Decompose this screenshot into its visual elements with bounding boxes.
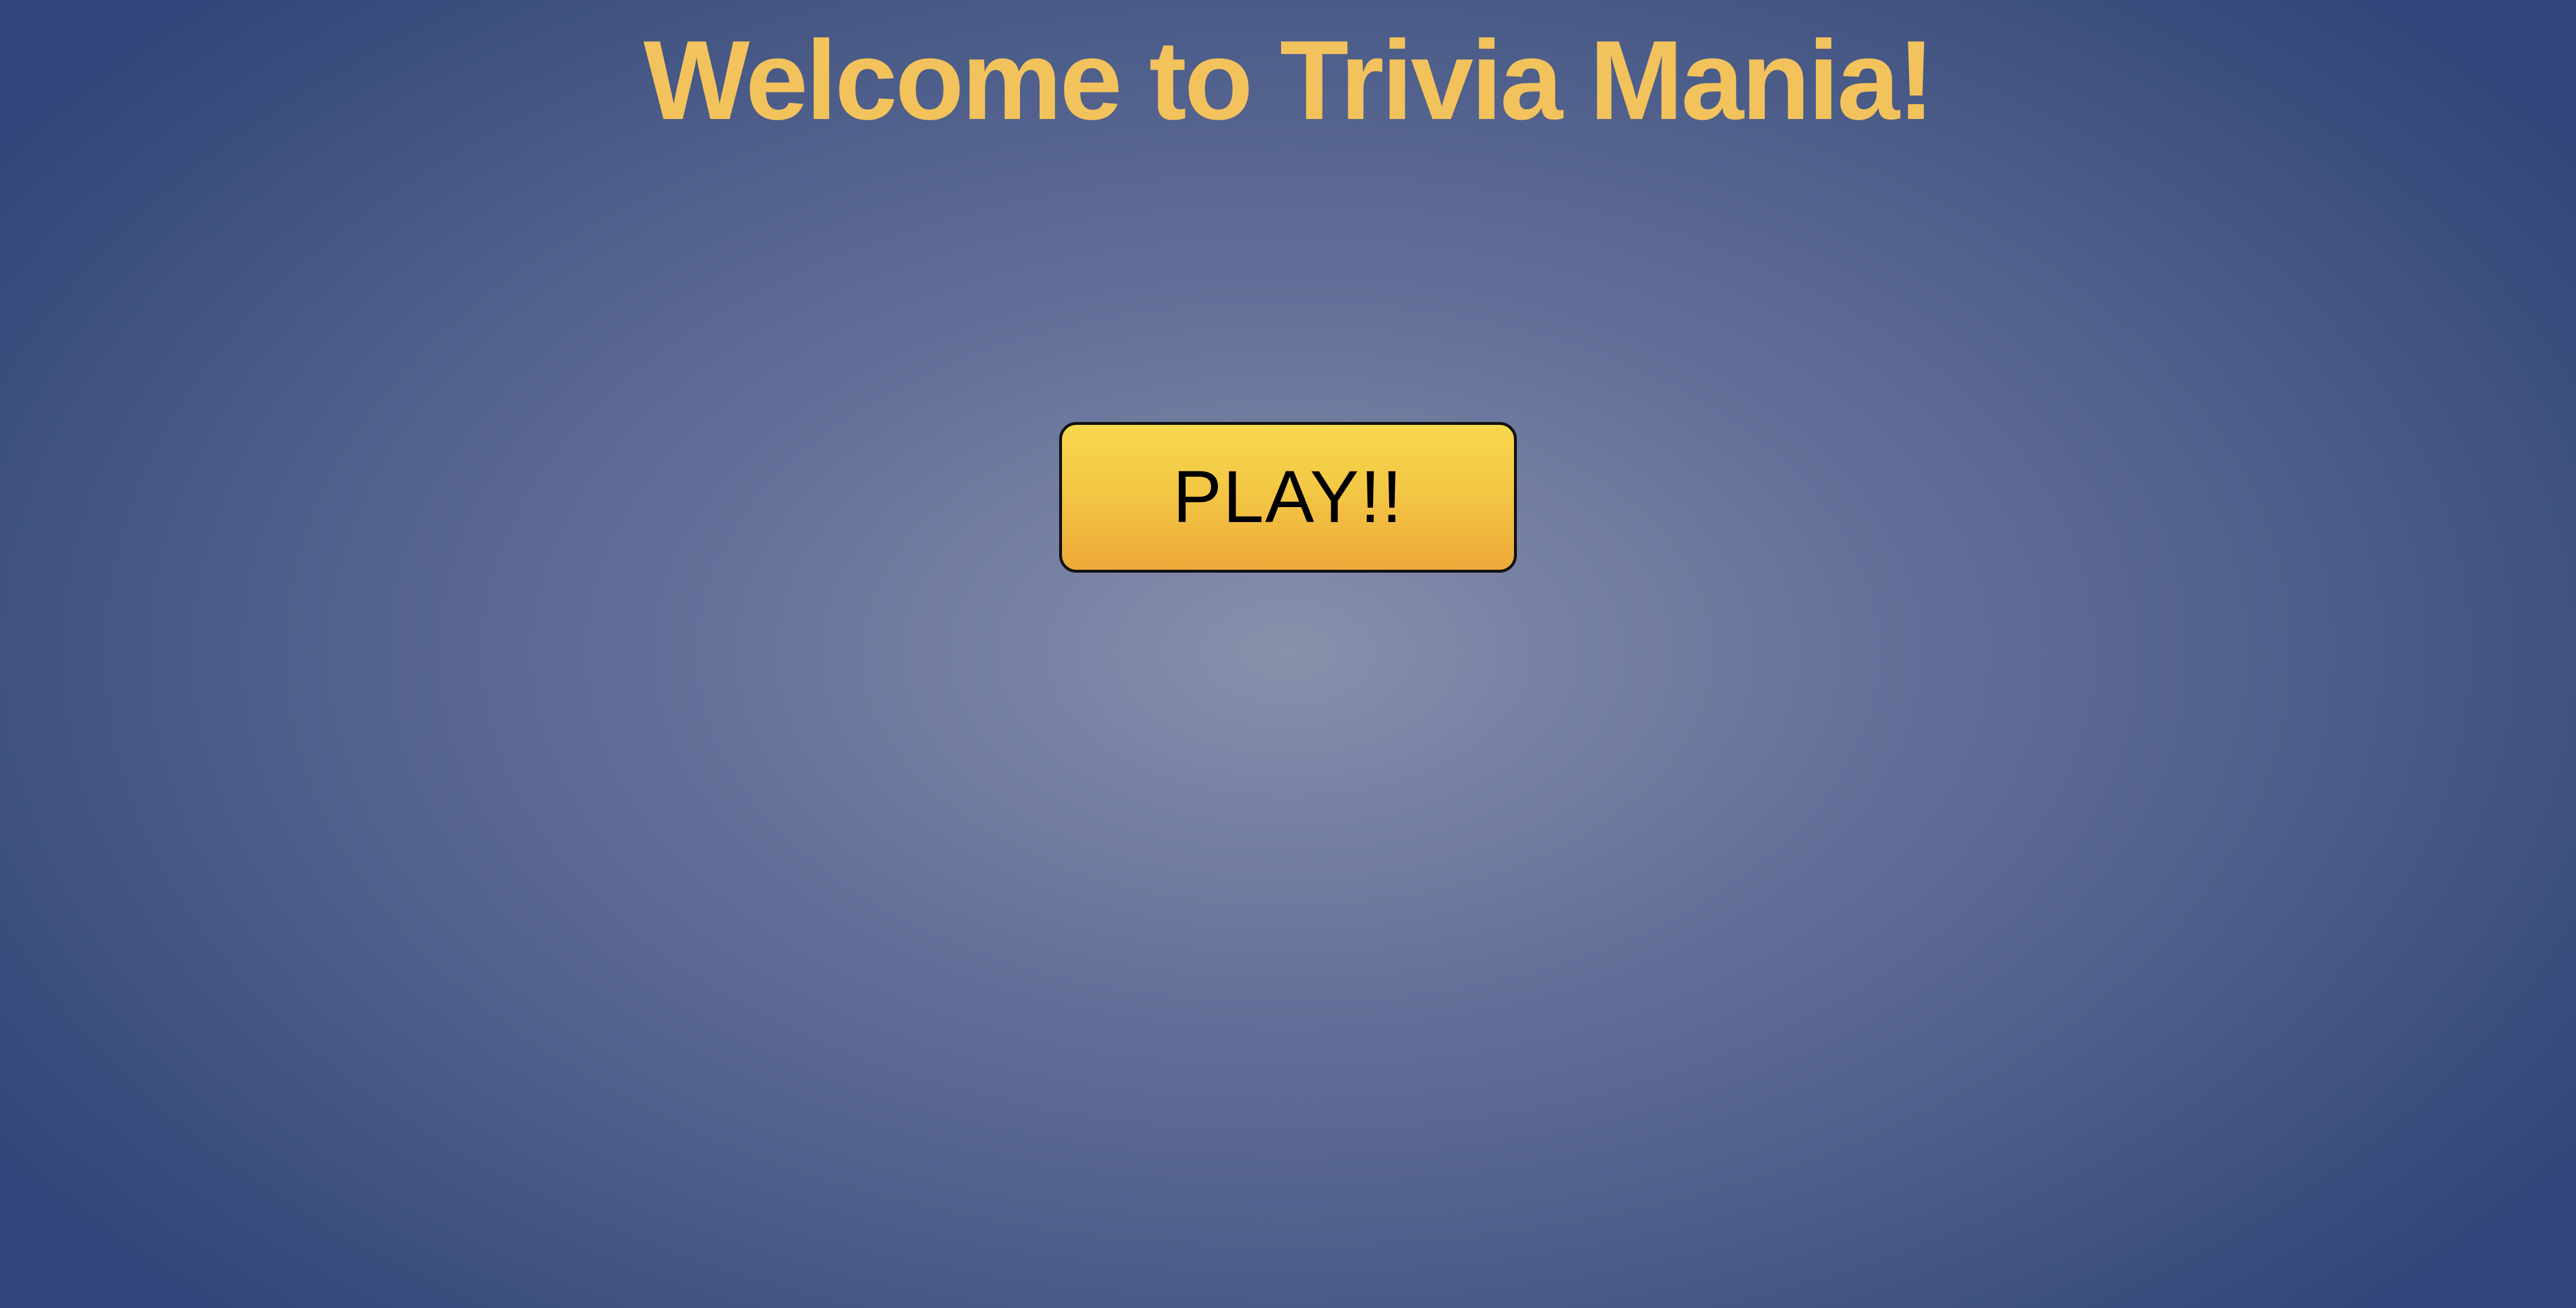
start-screen: Welcome to Trivia Mania! PLAY!! (0, 0, 2576, 1308)
page-title: Welcome to Trivia Mania! (643, 17, 1935, 143)
play-button-label: PLAY!! (1172, 456, 1404, 538)
play-button[interactable]: PLAY!! (1059, 422, 1517, 573)
